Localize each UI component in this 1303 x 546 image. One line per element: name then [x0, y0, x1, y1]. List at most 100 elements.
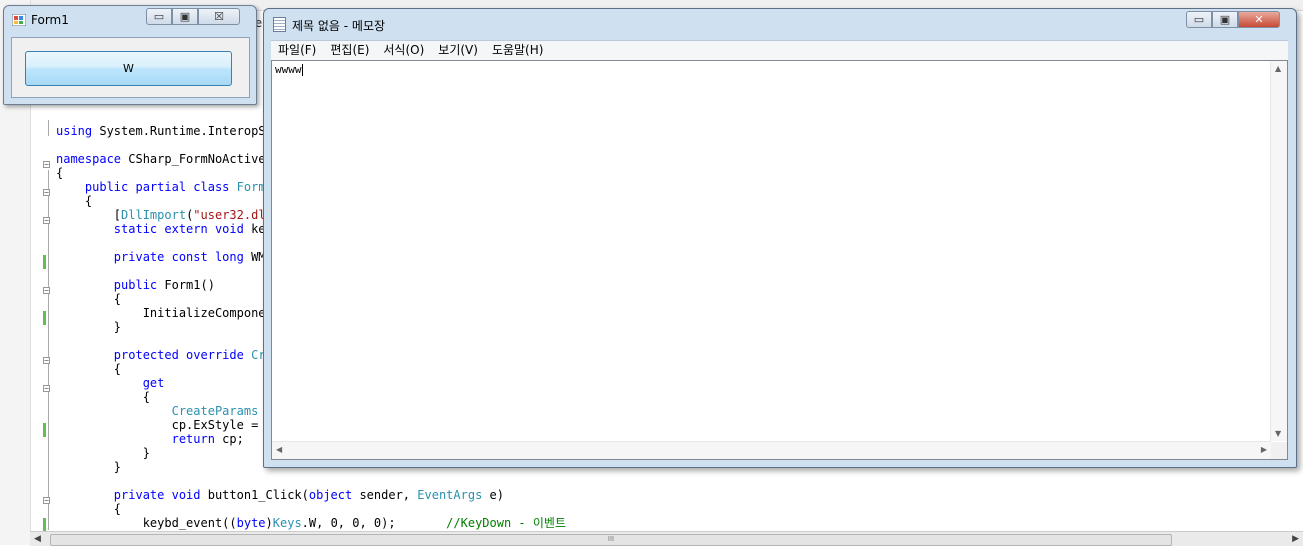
code-line[interactable]: protected override Cre: [56, 348, 273, 362]
code-line[interactable]: static extern void key: [56, 222, 273, 236]
code-line[interactable]: {: [56, 502, 121, 516]
menu-bar: 파일(F) 편집(E) 서식(O) 보기(V) 도움말(H): [271, 40, 1288, 60]
fold-toggle-icon[interactable]: −: [43, 497, 50, 505]
text-caret: [301, 64, 303, 76]
code-token: public partial class: [84, 180, 230, 194]
fold-toggle-icon[interactable]: −: [43, 189, 50, 197]
close-button[interactable]: ☒: [198, 8, 240, 25]
maximize-button[interactable]: ▣: [1212, 11, 1238, 28]
code-line[interactable]: {: [56, 292, 121, 306]
maximize-button[interactable]: ▣: [172, 8, 198, 25]
scroll-left-arrow-icon[interactable]: ◀: [34, 532, 41, 546]
scroll-left-arrow-icon[interactable]: ◀: [276, 445, 282, 454]
code-line[interactable]: return cp;: [56, 432, 244, 446]
code-line[interactable]: private void button1_Click(object sender…: [56, 488, 504, 502]
code-line[interactable]: }: [56, 320, 121, 334]
form-client-area: W: [11, 37, 250, 98]
code-token: sender,: [352, 488, 418, 502]
fold-toggle-icon[interactable]: −: [43, 287, 50, 295]
scroll-right-arrow-icon[interactable]: ▶: [1261, 445, 1267, 454]
code-line[interactable]: public Form1(): [56, 278, 215, 292]
code-token: }: [56, 460, 122, 474]
code-line[interactable]: private const long WM_: [56, 250, 273, 264]
code-token: //KeyDown - 이벤트: [446, 516, 566, 530]
code-token: Keys: [272, 516, 302, 530]
vertical-scrollbar[interactable]: ▲ ▼: [1270, 61, 1287, 441]
fold-toggle-icon[interactable]: −: [43, 385, 50, 393]
code-line[interactable]: public partial class Form1: [56, 180, 273, 194]
horizontal-scrollbar[interactable]: ◀ ▶: [272, 441, 1271, 459]
code-token: }: [56, 320, 122, 334]
minimize-icon: ▭: [1193, 13, 1205, 26]
code-line[interactable]: {: [56, 362, 121, 376]
code-token: System.Runtime.InteropSe: [92, 124, 273, 138]
code-line[interactable]: {: [56, 194, 92, 208]
scroll-right-arrow-icon[interactable]: ▶: [1292, 532, 1299, 546]
code-line[interactable]: }: [56, 460, 121, 474]
change-marker: [43, 255, 46, 269]
code-token: CSharp_FormNoActive: [121, 152, 266, 166]
code-line[interactable]: cp.ExStyle = c: [56, 418, 273, 432]
notepad-icon: [273, 17, 286, 32]
code-token: private const long: [113, 250, 244, 264]
code-line[interactable]: get: [56, 376, 165, 390]
code-token: cp.ExStyle = c: [56, 418, 273, 432]
code-token: {: [56, 502, 122, 516]
scroll-up-arrow-icon[interactable]: ▲: [1275, 64, 1281, 73]
code-token: public: [113, 278, 158, 292]
close-icon: ✕: [1254, 13, 1264, 26]
code-line[interactable]: [DllImport("user32.dl: [56, 208, 266, 222]
scroll-down-arrow-icon[interactable]: ▼: [1275, 429, 1281, 438]
code-line[interactable]: }: [56, 446, 150, 460]
code-token: byte: [236, 516, 266, 530]
code-token: object: [308, 488, 353, 502]
resize-grip-icon[interactable]: [1271, 442, 1287, 459]
menu-help[interactable]: 도움말(H): [485, 41, 551, 60]
code-token: static extern void: [113, 222, 244, 236]
fold-toggle-icon[interactable]: −: [43, 161, 50, 169]
notepad-text-area[interactable]: wwww ▲ ▼ ◀ ▶: [271, 60, 1288, 460]
code-token: {: [56, 166, 64, 180]
menu-format[interactable]: 서식(O): [376, 41, 431, 60]
change-marker: [43, 423, 46, 437]
form1-window[interactable]: Form1 ▭ ▣ ☒ W: [3, 5, 257, 105]
code-line[interactable]: {: [56, 166, 63, 180]
maximize-icon: ▣: [1219, 13, 1231, 26]
code-token: button1_Click(: [200, 488, 309, 502]
code-token: [: [56, 208, 122, 222]
minimize-button[interactable]: ▭: [146, 8, 172, 25]
menu-view[interactable]: 보기(V): [431, 41, 485, 60]
code-line[interactable]: namespace CSharp_FormNoActive: [56, 152, 266, 166]
code-line[interactable]: CreateParams c: [56, 404, 273, 418]
change-marker: [43, 311, 46, 325]
notepad-window[interactable]: 제목 없음 - 메모장 ▭ ▣ ✕ 파일(F) 편집(E) 서식(O) 보기(V…: [263, 8, 1297, 468]
code-line[interactable]: {: [56, 390, 150, 404]
menu-file[interactable]: 파일(F): [271, 41, 323, 60]
code-token: cp;: [214, 432, 244, 446]
code-line[interactable]: using System.Runtime.InteropSe: [56, 124, 273, 138]
scrollbar-thumb[interactable]: III: [50, 534, 1172, 546]
minimize-button[interactable]: ▭: [1186, 11, 1212, 28]
editor-horizontal-scrollbar[interactable]: ◀ III ▶: [30, 531, 1303, 546]
document-text-line[interactable]: wwww: [275, 63, 303, 76]
code-token: protected override: [113, 348, 244, 362]
fold-toggle-icon[interactable]: −: [43, 217, 50, 225]
code-token: Form1(): [157, 278, 215, 292]
code-token: {: [56, 292, 122, 306]
menu-edit[interactable]: 편집(E): [323, 41, 376, 60]
code-token: DllImport: [121, 208, 187, 222]
close-button[interactable]: ✕: [1238, 11, 1280, 28]
fold-toggle-icon[interactable]: −: [43, 357, 50, 365]
code-token: CreateParams: [171, 404, 259, 418]
code-line[interactable]: InitializeComponen: [56, 306, 273, 320]
code-token: {: [56, 390, 150, 404]
code-line[interactable]: keybd_event((byte)Keys.W, 0, 0, 0); //Ke…: [56, 516, 566, 530]
w-key-button[interactable]: W: [25, 51, 232, 86]
